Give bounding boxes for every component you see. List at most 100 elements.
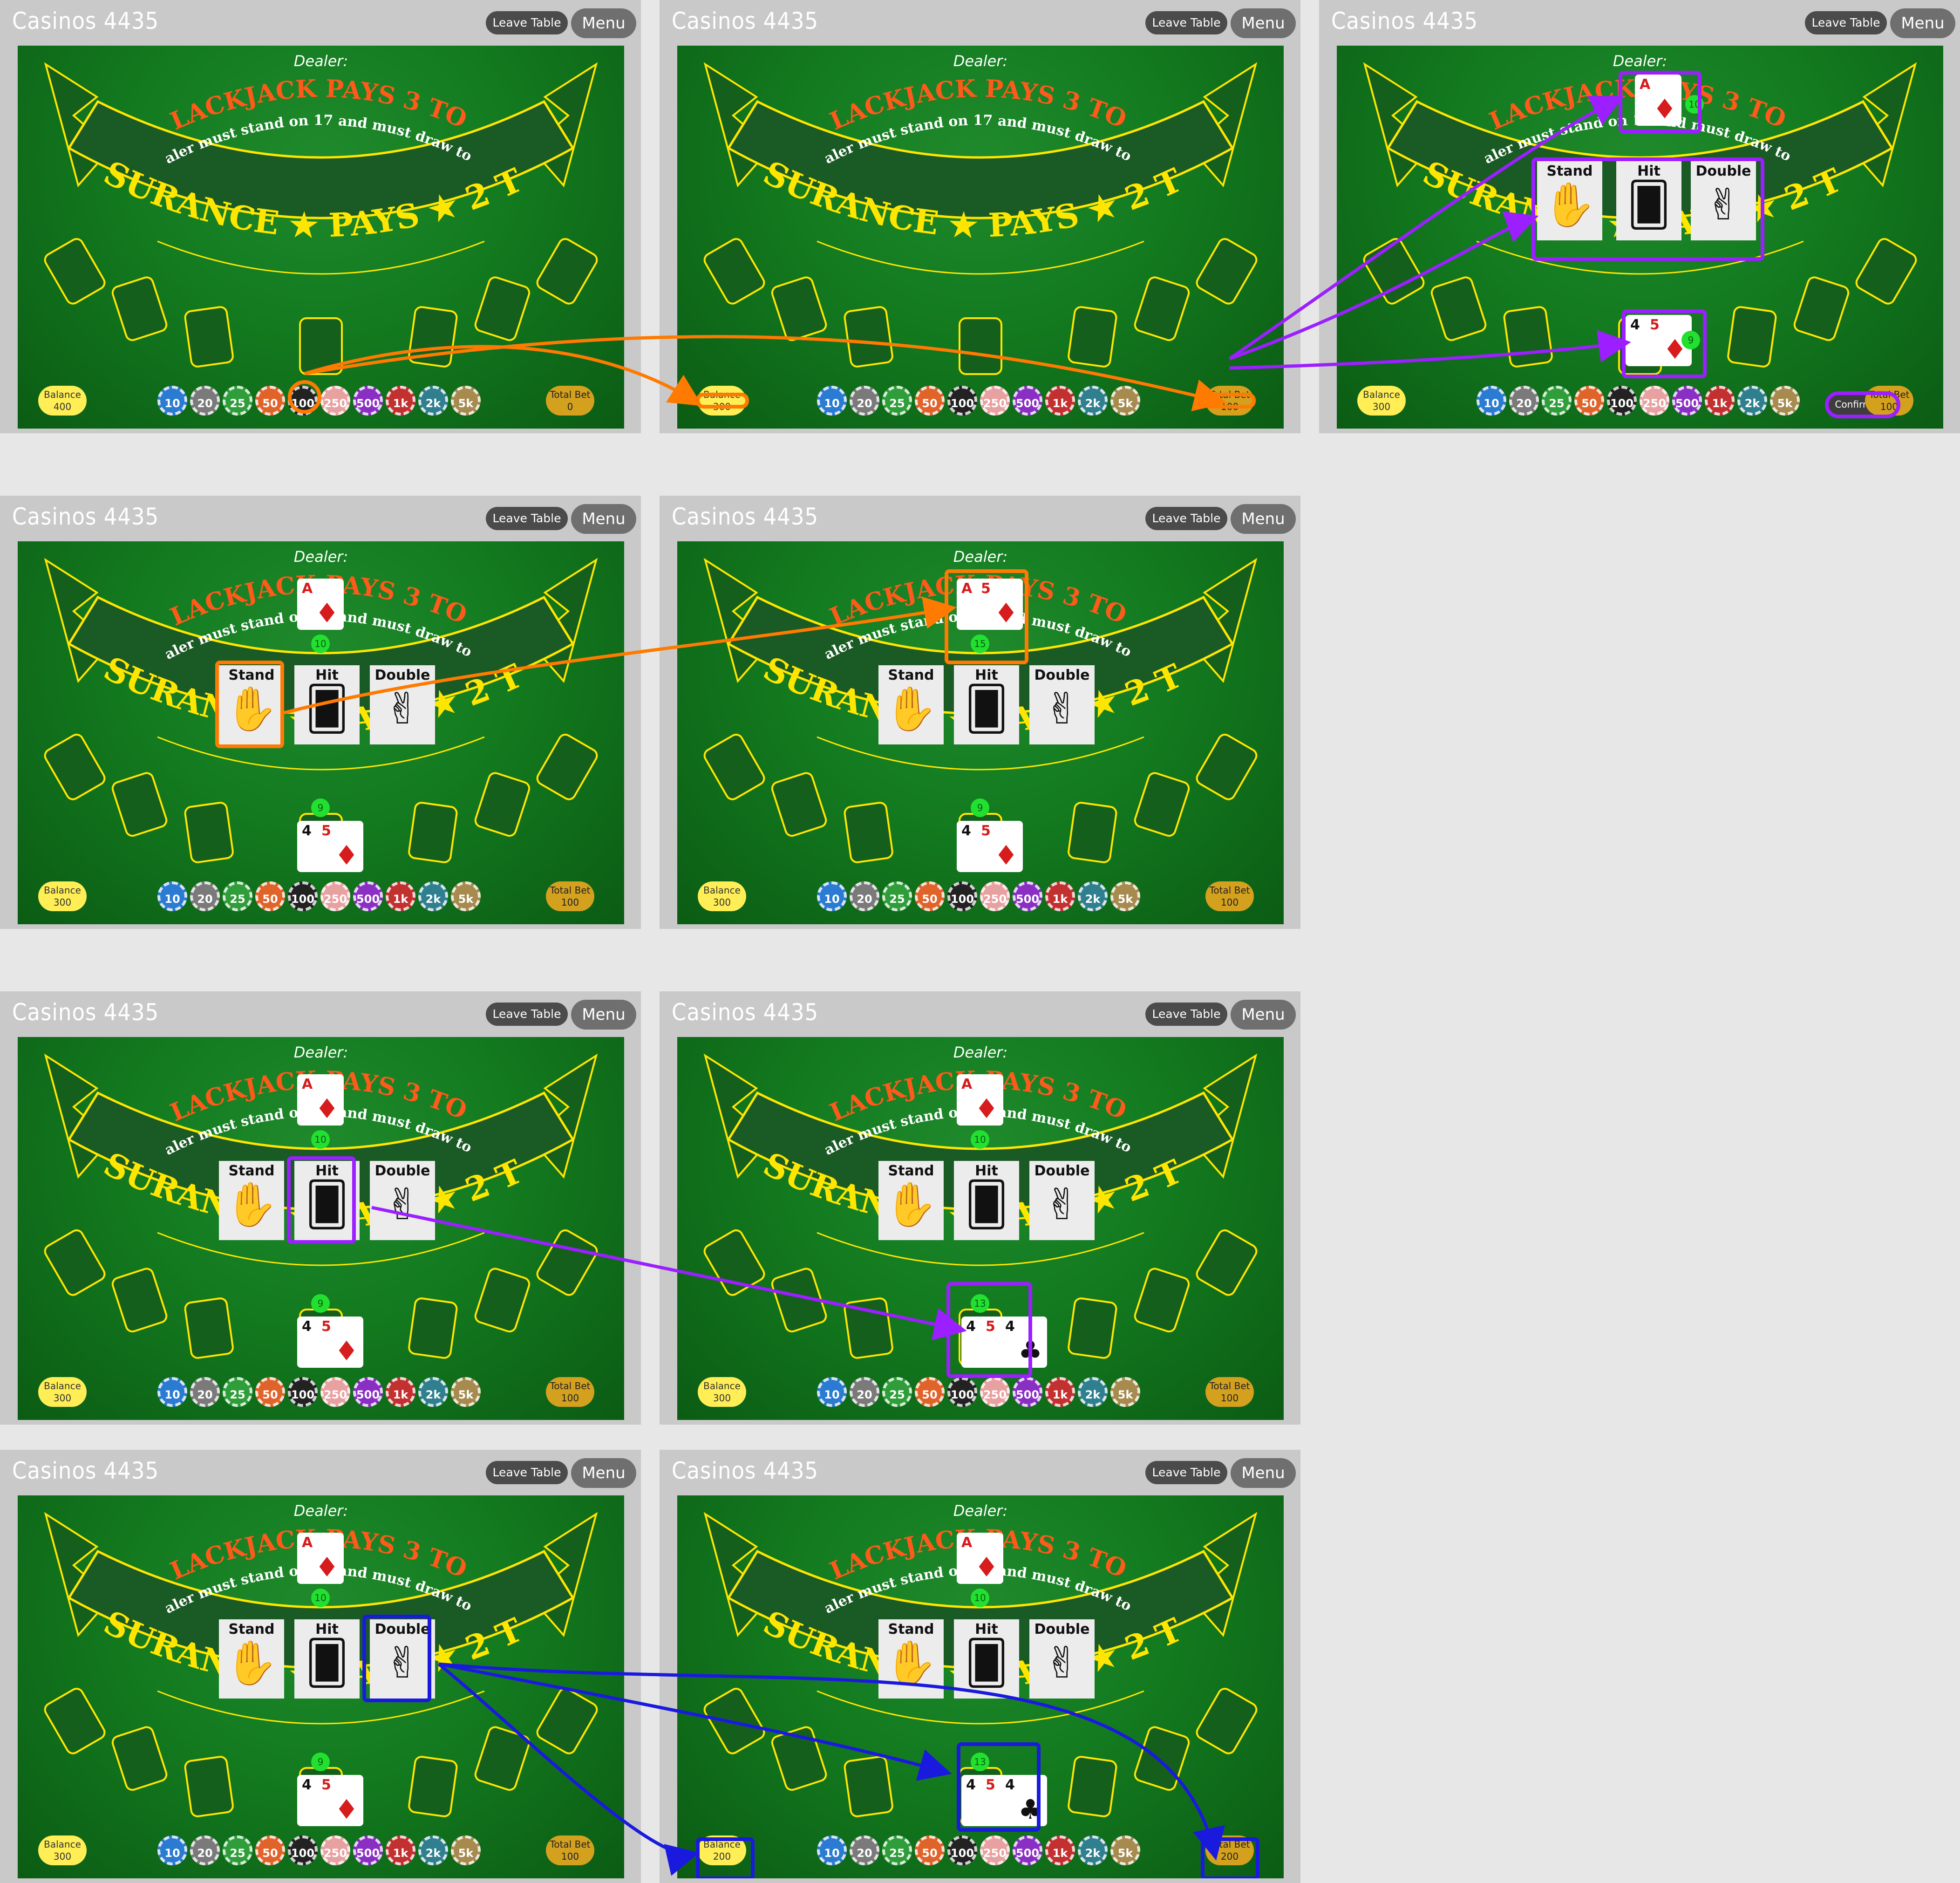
chip-2k[interactable]: 2k [418,1377,448,1407]
chip-5k[interactable]: 5k [451,1835,481,1865]
menu-button[interactable]: Menu [571,1458,636,1488]
chip-5k[interactable]: 5k [1110,1835,1140,1865]
leave-table-button[interactable]: Leave Table [486,1003,568,1026]
chip-500[interactable]: 500 [1013,1835,1042,1865]
chip-50[interactable]: 50 [1574,386,1604,416]
hit-button[interactable]: Hit 🂠 [1616,161,1681,240]
chip-100[interactable]: 100 [947,1835,977,1865]
menu-button[interactable]: Menu [1231,1000,1296,1030]
chip-20[interactable]: 20 [190,1377,220,1407]
chip-2k[interactable]: 2k [418,1835,448,1865]
chip-250[interactable]: 250 [980,1377,1010,1407]
chip-25[interactable]: 25 [882,1377,912,1407]
leave-table-button[interactable]: Leave Table [1145,507,1227,530]
stand-button[interactable]: Stand ✋ [878,665,944,744]
chip-100[interactable]: 100 [288,881,318,911]
chip-10[interactable]: 10 [1477,386,1506,416]
chip-25[interactable]: 25 [223,386,252,416]
chip-20[interactable]: 20 [190,1835,220,1865]
double-button[interactable]: Double ✌ [1029,665,1095,744]
chip-500[interactable]: 500 [1672,386,1702,416]
chip-100[interactable]: 100 [288,1377,318,1407]
chip-20[interactable]: 20 [850,1377,879,1407]
chip-5k[interactable]: 5k [1110,1377,1140,1407]
stand-button[interactable]: Stand ✋ [878,1619,944,1699]
chip-500[interactable]: 500 [353,881,383,911]
menu-button[interactable]: Menu [571,1000,636,1030]
menu-button[interactable]: Menu [1231,1458,1296,1488]
chip-2k[interactable]: 2k [1078,1835,1108,1865]
chip-25[interactable]: 25 [223,881,252,911]
chip-1k[interactable]: 1k [1045,1835,1075,1865]
stand-button[interactable]: Stand ✋ [878,1161,944,1240]
double-button[interactable]: Double ✌ [1029,1161,1095,1240]
chip-5k[interactable]: 5k [1110,881,1140,911]
leave-table-button[interactable]: Leave Table [1805,11,1887,34]
chip-250[interactable]: 250 [980,386,1010,416]
hit-button[interactable]: Hit 🂠 [954,1619,1019,1699]
hit-button[interactable]: Hit 🂠 [294,1161,360,1240]
chip-5k[interactable]: 5k [451,1377,481,1407]
chip-500[interactable]: 500 [1013,386,1042,416]
chip-50[interactable]: 50 [255,386,285,416]
chip-100[interactable]: 100 [288,386,318,416]
chip-100[interactable]: 100 [947,1377,977,1407]
menu-button[interactable]: Menu [571,8,636,38]
chip-10[interactable]: 10 [817,386,847,416]
leave-table-button[interactable]: Leave Table [486,11,568,34]
chip-500[interactable]: 500 [353,386,383,416]
chip-20[interactable]: 20 [850,881,879,911]
leave-table-button[interactable]: Leave Table [486,507,568,530]
chip-10[interactable]: 10 [157,1377,187,1407]
chip-1k[interactable]: 1k [1045,386,1075,416]
chip-250[interactable]: 250 [980,881,1010,911]
chip-5k[interactable]: 5k [1770,386,1800,416]
chip-1k[interactable]: 1k [1045,881,1075,911]
chip-1k[interactable]: 1k [1705,386,1735,416]
menu-button[interactable]: Menu [1890,8,1955,38]
chip-2k[interactable]: 2k [1078,1377,1108,1407]
chip-20[interactable]: 20 [190,881,220,911]
chip-25[interactable]: 25 [1542,386,1572,416]
chip-25[interactable]: 25 [223,1377,252,1407]
stand-button[interactable]: Stand ✋ [219,1161,284,1240]
chip-10[interactable]: 10 [157,881,187,911]
chip-250[interactable]: 250 [320,881,350,911]
chip-5k[interactable]: 5k [1110,386,1140,416]
chip-1k[interactable]: 1k [386,1377,415,1407]
double-button[interactable]: Double ✌ [370,665,435,744]
chip-1k[interactable]: 1k [386,386,415,416]
chip-50[interactable]: 50 [915,881,945,911]
chip-250[interactable]: 250 [980,1835,1010,1865]
chip-100[interactable]: 100 [288,1835,318,1865]
chip-100[interactable]: 100 [1607,386,1637,416]
chip-10[interactable]: 10 [817,1835,847,1865]
chip-10[interactable]: 10 [157,386,187,416]
chip-5k[interactable]: 5k [451,386,481,416]
chip-10[interactable]: 10 [157,1835,187,1865]
chip-2k[interactable]: 2k [1737,386,1767,416]
menu-button[interactable]: Menu [1231,504,1296,534]
chip-250[interactable]: 250 [320,1377,350,1407]
chip-1k[interactable]: 1k [386,1835,415,1865]
chip-25[interactable]: 25 [223,1835,252,1865]
chip-50[interactable]: 50 [255,1377,285,1407]
hit-button[interactable]: Hit 🂠 [294,665,360,744]
chip-25[interactable]: 25 [882,881,912,911]
double-button[interactable]: Double ✌ [370,1619,435,1699]
menu-button[interactable]: Menu [571,504,636,534]
leave-table-button[interactable]: Leave Table [1145,11,1227,34]
chip-10[interactable]: 10 [817,881,847,911]
stand-button[interactable]: Stand ✋ [1537,161,1602,240]
chip-2k[interactable]: 2k [418,881,448,911]
chip-25[interactable]: 25 [882,1835,912,1865]
chip-2k[interactable]: 2k [1078,881,1108,911]
hit-button[interactable]: Hit 🂠 [294,1619,360,1699]
chip-500[interactable]: 500 [353,1835,383,1865]
double-button[interactable]: Double ✌ [370,1161,435,1240]
stand-button[interactable]: Stand ✋ [219,1619,284,1699]
chip-20[interactable]: 20 [1509,386,1539,416]
chip-250[interactable]: 250 [320,386,350,416]
chip-2k[interactable]: 2k [418,386,448,416]
chip-1k[interactable]: 1k [1045,1377,1075,1407]
